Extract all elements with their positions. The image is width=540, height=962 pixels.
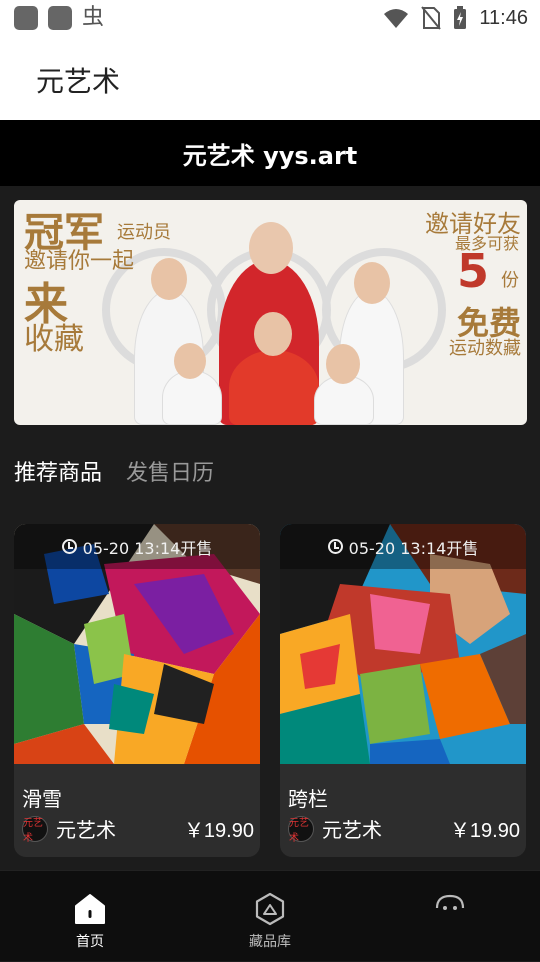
product-card[interactable]: 05-20 13:14开售 跨栏 元艺术 元艺术 ￥19.90 [280, 524, 526, 857]
product-card[interactable]: 05-20 13:14开售 滑雪 元艺术 元艺术 ￥19.90 [14, 524, 260, 857]
clock-time: 11:46 [479, 6, 528, 29]
banner-left-small: 运动员 [117, 222, 171, 243]
product-price: ￥19.90 [449, 820, 520, 842]
collection-hexagon-icon [255, 892, 285, 926]
bottom-nav: 首页 藏品库 [0, 870, 540, 961]
nav-home-label: 首页 [76, 934, 104, 950]
clock-icon [61, 539, 77, 554]
app-square-icon [48, 6, 72, 30]
battery-charging-icon [454, 6, 467, 29]
brand-logo: 元艺术 [22, 815, 48, 844]
brand-row: 元艺术 元艺术 [22, 814, 116, 844]
banner-right-number: 5 [456, 244, 489, 298]
nav-collection-label: 藏品库 [249, 934, 291, 950]
page-header: 元艺术 yys.art [0, 120, 540, 186]
brand-name: 元艺术 [322, 818, 382, 842]
promo-banner[interactable]: 冠军 运动员 邀请你一起 来 收藏 邀请好友 最多可获 5 份 免费 运动数藏 [14, 200, 527, 425]
no-sim-icon [421, 6, 442, 30]
status-bar: 虫 11:46 [0, 0, 540, 38]
sale-time-text: 05-20 13:14开售 [348, 538, 479, 558]
product-price: ￥19.90 [183, 820, 254, 842]
banner-left-shoucang: 收藏 [24, 322, 84, 357]
sale-time-badge: 05-20 13:14开售 [280, 524, 526, 569]
profile-icon [435, 894, 465, 910]
banner-right-unit: 份 [501, 270, 519, 291]
product-name: 滑雪 [22, 787, 62, 811]
product-tabs: 推荐商品 发售日历 [14, 455, 214, 487]
page-title: 元艺术 yys.art [182, 141, 358, 170]
brand-name: 元艺术 [56, 818, 116, 842]
nav-home[interactable]: 首页 [0, 871, 180, 962]
sale-time-text: 05-20 13:14开售 [82, 538, 213, 558]
clock-icon [327, 539, 343, 554]
tab-recommended[interactable]: 推荐商品 [14, 455, 102, 487]
sale-time-badge: 05-20 13:14开售 [14, 524, 260, 569]
app-bar: 元艺术 [0, 38, 540, 120]
brand-row: 元艺术 元艺术 [288, 814, 382, 844]
app-title: 元艺术 [36, 65, 121, 98]
brand-logo: 元艺术 [288, 815, 314, 844]
app-square-icon [14, 6, 38, 30]
bug-icon: 虫 [82, 5, 105, 30]
banner-right-line5: 运动数藏 [449, 338, 521, 359]
wifi-icon [384, 9, 409, 28]
nav-profile[interactable] [360, 871, 540, 962]
tab-release-calendar[interactable]: 发售日历 [126, 455, 214, 487]
nav-collection[interactable]: 藏品库 [180, 871, 360, 962]
product-name: 跨栏 [288, 787, 328, 811]
home-icon [75, 894, 105, 924]
